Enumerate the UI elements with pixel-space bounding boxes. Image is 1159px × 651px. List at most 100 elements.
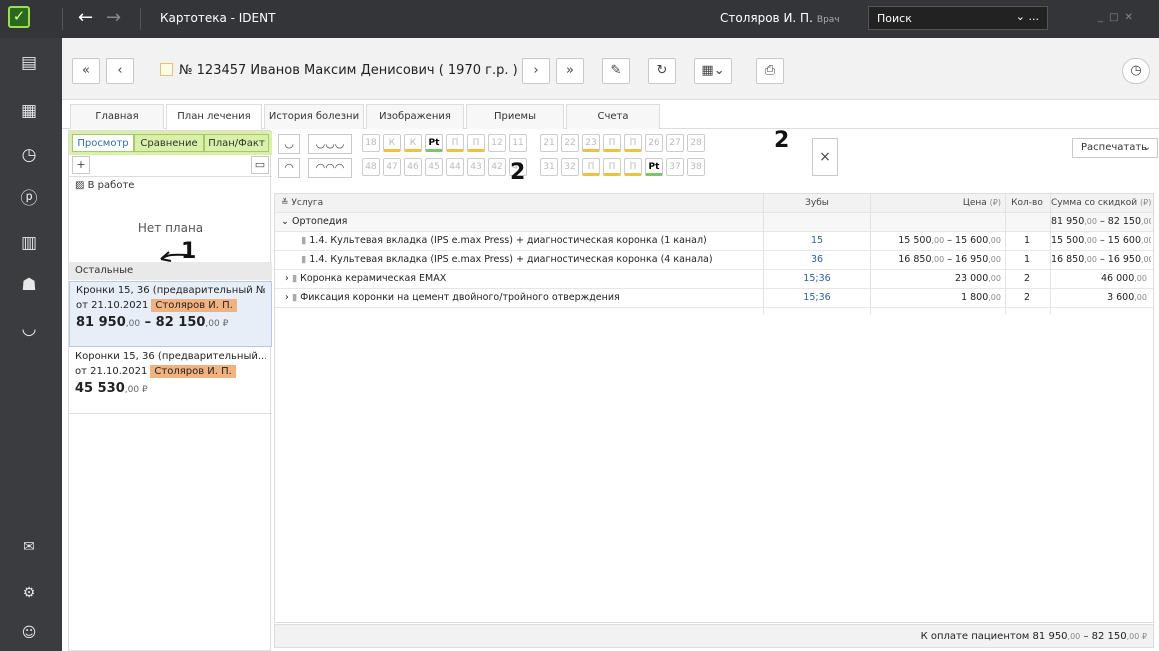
tooth[interactable]: 23 <box>582 134 600 152</box>
collapse-icon[interactable]: ▭ <box>251 156 269 174</box>
tooth[interactable]: П <box>624 134 642 152</box>
tooth[interactable]: 32 <box>561 158 579 176</box>
table-row[interactable]: ▮ 1.4. Культевая вкладка (IPS e.max Pres… <box>275 251 1153 270</box>
tooth-view-icon[interactable]: ◡ <box>278 134 300 154</box>
tooth[interactable]: П <box>603 134 621 152</box>
service-price: 16 850,00 – 16 950,00 <box>898 254 1001 265</box>
app-content: « ‹ № 123457 Иванов Максим Денисович ( 1… <box>62 38 1159 651</box>
tab-invoices[interactable]: Счета <box>566 104 660 129</box>
no-plan-text: Нет плана <box>137 221 204 235</box>
tooth[interactable]: 37 <box>666 158 684 176</box>
tooth[interactable]: 11 <box>509 134 527 152</box>
tab-main[interactable]: Главная <box>70 104 164 129</box>
tooth[interactable]: 12 <box>488 134 506 152</box>
tooth[interactable]: 43 <box>467 158 485 176</box>
services-table: ≚ Услуга Зубы Цена (₽) Кол-во Сумма со с… <box>274 193 1154 623</box>
mode-compare[interactable]: Сравнение <box>134 134 204 152</box>
upper-jaw-icon[interactable]: ◡◡◡ <box>308 134 352 154</box>
tooth[interactable]: 22 <box>561 134 579 152</box>
staff-icon[interactable]: ☗ <box>18 274 40 296</box>
search-dropdown-icon[interactable]: ⌄ ... <box>1016 10 1039 23</box>
tooth[interactable]: 42 <box>488 158 506 176</box>
plan-card[interactable]: Коронки 15, 36 (предварительный... от 21… <box>69 348 272 414</box>
tooth[interactable]: П <box>624 158 642 176</box>
first-record-button[interactable]: « <box>72 58 100 84</box>
service-teeth: 15;36 <box>803 292 831 303</box>
search-input[interactable]: Поиск ⌄ ... <box>868 6 1048 30</box>
tooth[interactable]: П <box>603 158 621 176</box>
tooth[interactable]: П <box>467 134 485 152</box>
col-service[interactable]: ≚ Услуга <box>281 194 761 213</box>
tooth[interactable]: 26 <box>645 134 663 152</box>
tooth-icon[interactable]: ◡ <box>18 318 40 340</box>
plan-title: Коронки 15, 36 (предварительный... <box>75 351 266 362</box>
gear-icon[interactable]: ⚙ <box>18 582 40 604</box>
forward-arrow-icon[interactable]: → <box>106 7 121 28</box>
tooth[interactable]: Pt <box>645 158 663 176</box>
plan-price: 81 950,00 – 82 150,00 ₽ <box>76 315 229 330</box>
mode-plan-fact[interactable]: План/Факт <box>204 134 269 152</box>
tooth[interactable]: 46 <box>404 158 422 176</box>
clock-icon[interactable]: ◷ <box>18 144 40 166</box>
back-arrow-icon[interactable]: ← <box>78 7 93 28</box>
annotation-number: 2 <box>510 160 526 185</box>
add-plan-icon[interactable]: + <box>72 156 90 174</box>
table-group-row[interactable]: ⌄ Ортопедия 81 950,00 – 82 150,00 <box>275 213 1153 232</box>
table-row[interactable]: › ▮ Фиксация коронки на цемент двойного/… <box>275 289 1153 308</box>
in-work-header: ▨ В работе <box>75 180 134 191</box>
plan-card[interactable]: Кронки 15, 36 (предварительный №2) от 21… <box>69 281 272 347</box>
tooth[interactable]: 27 <box>666 134 684 152</box>
calendar-icon[interactable]: ▦ <box>18 100 40 122</box>
calendar-dropdown-button[interactable]: ▦⌄ <box>694 58 732 84</box>
tooth[interactable]: К <box>383 134 401 152</box>
cards-icon[interactable]: ▤ <box>18 52 40 74</box>
table-row[interactable]: › ▮ Коронка керамическая EMAX 15;36 23 000… <box>275 270 1153 289</box>
tooth[interactable]: К <box>404 134 422 152</box>
user-icon[interactable]: ☺ <box>18 622 40 644</box>
tooth[interactable]: Pt <box>425 134 443 152</box>
next-record-button[interactable]: › <box>522 58 550 84</box>
plan-title: Кронки 15, 36 (предварительный №2) <box>76 285 265 296</box>
tooth[interactable]: 38 <box>687 158 705 176</box>
refresh-icon[interactable]: ↻ <box>648 58 676 84</box>
history-icon[interactable]: ◷ <box>1122 58 1150 84</box>
tooth[interactable]: 45 <box>425 158 443 176</box>
patient-color-marker[interactable] <box>160 63 173 76</box>
patient-title: № 123457 Иванов Максим Денисович ( 1970 … <box>160 63 518 78</box>
col-teeth[interactable]: Зубы <box>765 194 869 213</box>
tooth[interactable]: 21 <box>540 134 558 152</box>
col-price[interactable]: Цена (₽) <box>871 194 1005 213</box>
print-icon[interactable]: ⎙ <box>756 58 784 84</box>
tab-treatment-plan[interactable]: План лечения <box>166 104 262 130</box>
prev-record-button[interactable]: ‹ <box>106 58 134 84</box>
tab-history[interactable]: История болезни <box>264 104 364 129</box>
tooth[interactable]: П <box>446 134 464 152</box>
tooth[interactable]: П <box>582 158 600 176</box>
current-user[interactable]: Столяров И. П. Врач <box>720 11 840 25</box>
patient-tabs: Главная План лечения История болезни Изо… <box>62 104 1159 130</box>
mode-view[interactable]: Просмотр <box>72 134 134 152</box>
tab-visits[interactable]: Приемы <box>466 104 564 129</box>
tooth[interactable]: 44 <box>446 158 464 176</box>
tooth[interactable]: 47 <box>383 158 401 176</box>
service-price: 23 000,00 <box>955 273 1001 284</box>
tooth[interactable]: 18 <box>362 134 380 152</box>
lower-jaw-icon[interactable]: ◠◠◠ <box>308 158 352 178</box>
close-icon[interactable]: × <box>812 138 838 176</box>
window-controls[interactable]: _□✕ <box>1098 12 1139 23</box>
tooth[interactable]: 28 <box>687 134 705 152</box>
tooth-view-lower-icon[interactable]: ◠ <box>278 158 300 178</box>
tooth[interactable]: 48 <box>362 158 380 176</box>
table-row[interactable]: ▮ 1.4. Культевая вкладка (IPS e.max Pres… <box>275 232 1153 251</box>
col-sum[interactable]: Сумма со скидкой (₽) <box>1051 194 1151 213</box>
print-dropdown-button[interactable]: Распечатать ⌄ <box>1072 138 1158 158</box>
reports-icon[interactable]: ▥ <box>18 232 40 254</box>
coin-icon[interactable]: ⓟ <box>18 188 40 210</box>
plan-doctor-badge: Столяров И. П. <box>151 299 237 312</box>
edit-pencil-icon[interactable]: ✎ <box>602 58 630 84</box>
last-record-button[interactable]: » <box>556 58 584 84</box>
tooth[interactable]: 31 <box>540 158 558 176</box>
col-qty[interactable]: Кол-во <box>1005 194 1049 213</box>
tab-images[interactable]: Изображения <box>366 104 464 129</box>
mail-icon[interactable]: ✉ <box>18 536 40 558</box>
